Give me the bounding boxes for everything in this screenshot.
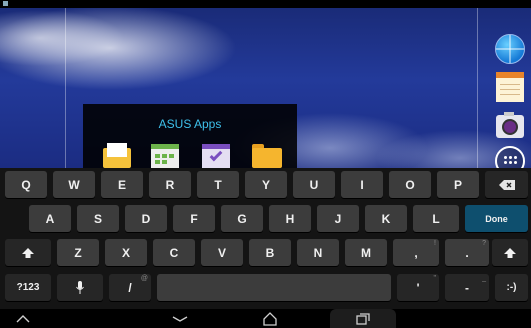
key-slash-label: / [128, 280, 132, 295]
mail-icon[interactable] [101, 140, 133, 168]
key-apostrophe-label: ' [416, 280, 420, 295]
key-a[interactable]: A [29, 205, 71, 232]
key-g[interactable]: G [221, 205, 263, 232]
key-slash[interactable]: / @ [109, 274, 151, 301]
key-l[interactable]: L [413, 205, 459, 232]
space-key[interactable] [157, 274, 391, 301]
key-v[interactable]: V [201, 239, 243, 266]
all-apps-icon[interactable] [494, 146, 526, 168]
shift-icon [22, 247, 34, 258]
folder-title[interactable]: ASUS Apps [83, 117, 297, 131]
page-divider [65, 8, 66, 168]
key-apostrophe-hint: " [433, 275, 437, 282]
key-z[interactable]: Z [57, 239, 99, 266]
hide-keyboard-button[interactable] [168, 311, 192, 327]
key-s[interactable]: S [77, 205, 119, 232]
key-period-hint: ? [482, 240, 486, 247]
key-comma-hint: ! [434, 240, 436, 247]
key-e[interactable]: E [101, 171, 143, 198]
key-dash-label: - [465, 280, 469, 295]
key-m[interactable]: M [345, 239, 387, 266]
key-p[interactable]: P [437, 171, 479, 198]
key-j[interactable]: J [317, 205, 359, 232]
backspace-icon [498, 179, 515, 190]
folder-app-list [101, 140, 291, 168]
key-x[interactable]: X [105, 239, 147, 266]
key-u[interactable]: U [293, 171, 335, 198]
key-period[interactable]: . ? [445, 239, 489, 266]
key-comma-label: , [414, 245, 418, 260]
key-o[interactable]: O [389, 171, 431, 198]
browser-globe-icon[interactable] [494, 34, 526, 64]
key-d[interactable]: D [125, 205, 167, 232]
key-dash[interactable]: - _ [445, 274, 489, 301]
home-icon [263, 312, 277, 326]
file-manager-icon[interactable] [250, 140, 282, 168]
on-screen-keyboard: Q W E R T Y U I O P A S D F G H J K L Do… [0, 168, 531, 309]
key-y[interactable]: Y [245, 171, 287, 198]
key-r[interactable]: R [149, 171, 191, 198]
key-n[interactable]: N [297, 239, 339, 266]
done-key[interactable]: Done [465, 205, 528, 232]
calendar-icon[interactable] [149, 140, 181, 168]
key-k[interactable]: K [365, 205, 407, 232]
microphone-icon [76, 281, 84, 294]
home-button[interactable] [258, 311, 282, 327]
key-h[interactable]: H [269, 205, 311, 232]
key-f[interactable]: F [173, 205, 215, 232]
notification-icon [3, 1, 8, 6]
notes-icon[interactable] [494, 72, 526, 102]
camera-icon[interactable] [494, 110, 526, 140]
key-c[interactable]: C [153, 239, 195, 266]
key-q[interactable]: Q [5, 171, 47, 198]
key-comma[interactable]: , ! [393, 239, 439, 266]
shift-icon [504, 247, 516, 258]
chevron-up-icon [16, 315, 30, 323]
key-dash-hint: _ [482, 275, 486, 282]
shift-key-left[interactable] [5, 239, 51, 266]
key-apostrophe[interactable]: ' " [397, 274, 439, 301]
key-w[interactable]: W [53, 171, 95, 198]
key-i[interactable]: I [341, 171, 383, 198]
key-period-label: . [465, 245, 469, 260]
navigation-bar [0, 309, 531, 328]
recents-button[interactable] [351, 311, 375, 327]
app-folder: ASUS Apps [83, 104, 297, 168]
voice-input-key[interactable] [57, 274, 103, 301]
shift-key-right[interactable] [492, 239, 528, 266]
page-divider [477, 8, 478, 168]
recents-icon [356, 313, 370, 325]
key-slash-hint: @ [140, 275, 148, 282]
smiley-key[interactable]: :-) [495, 274, 528, 301]
status-bar [0, 0, 531, 8]
chevron-down-icon [172, 316, 188, 322]
todo-icon[interactable] [200, 140, 232, 168]
key-b[interactable]: B [249, 239, 291, 266]
backspace-key[interactable] [485, 171, 528, 198]
key-t[interactable]: T [197, 171, 239, 198]
expand-nav-button[interactable] [12, 311, 34, 327]
symbols-key[interactable]: ?123 [5, 274, 51, 301]
